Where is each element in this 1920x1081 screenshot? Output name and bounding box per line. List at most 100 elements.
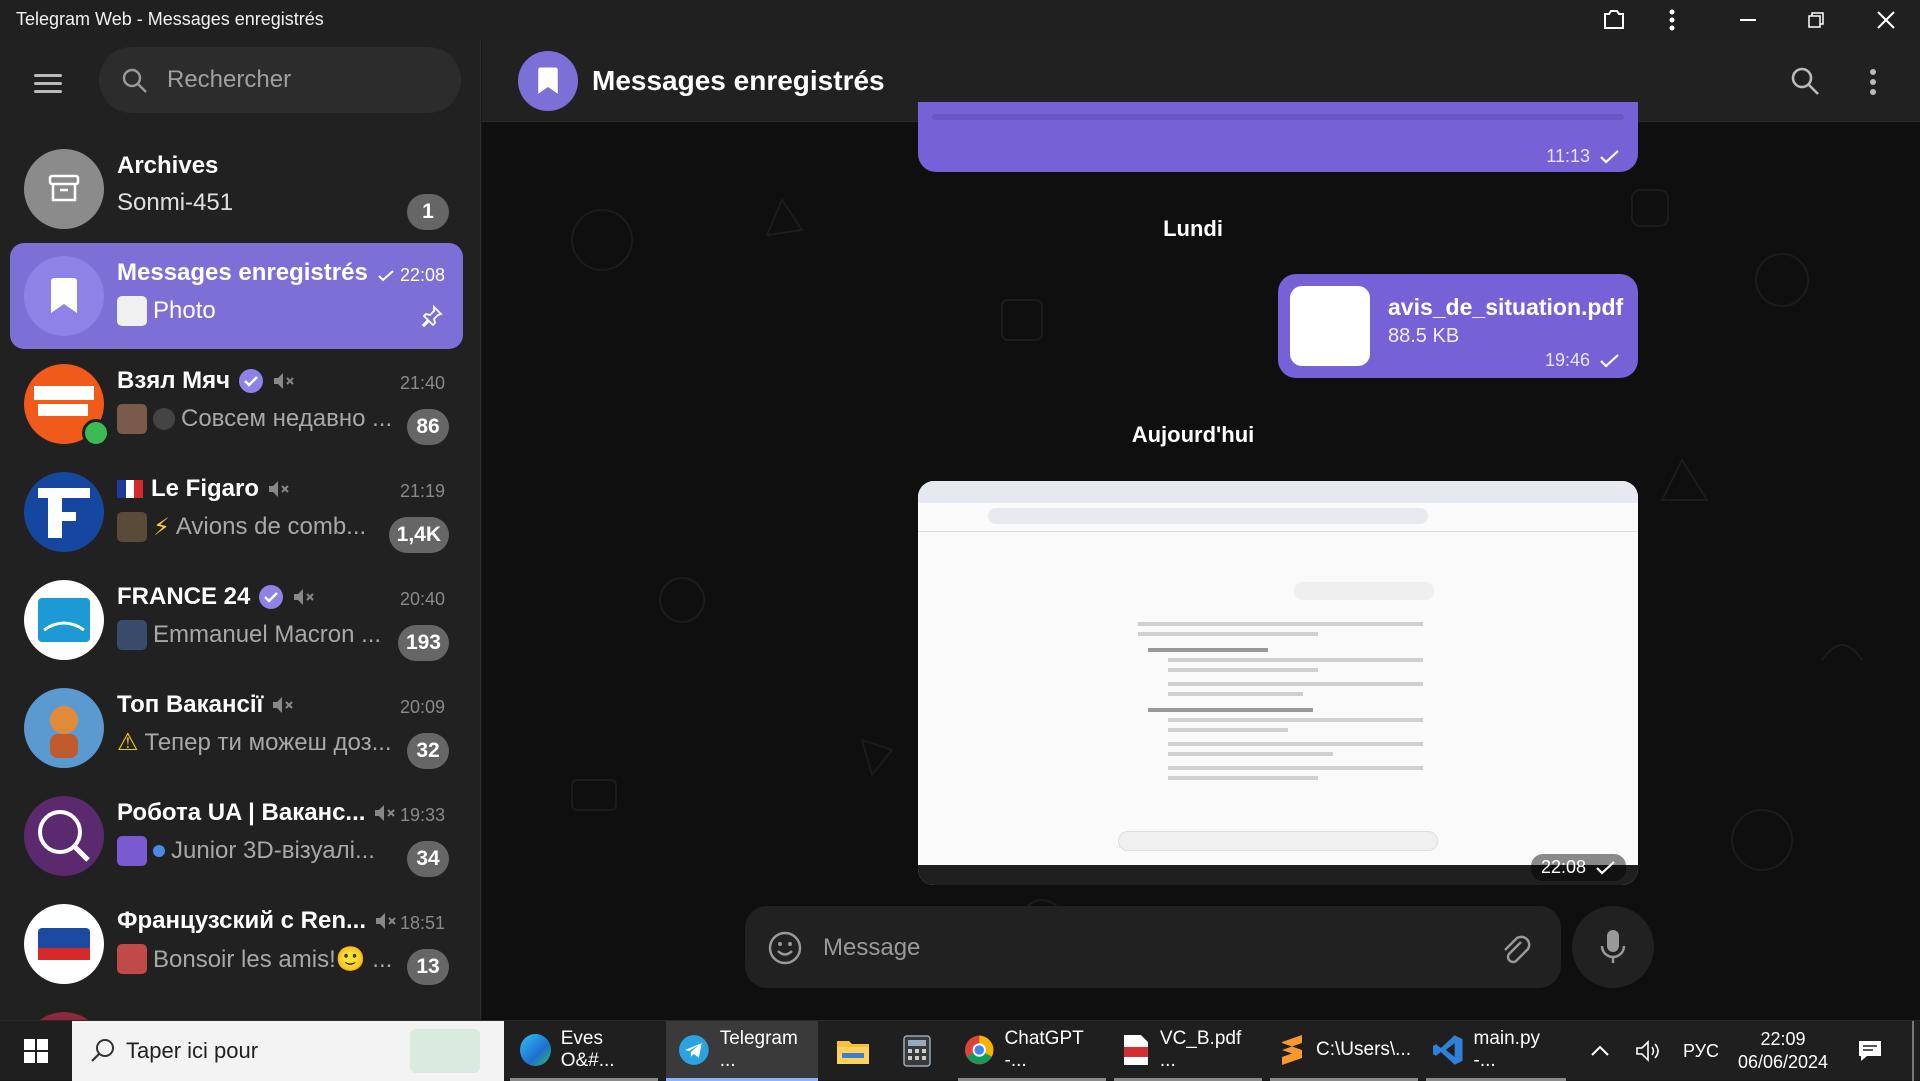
message-time: 19:46: [1544, 350, 1590, 370]
chat-preview: Junior 3D-візуалі...: [171, 837, 375, 864]
chat-item-vzyal-myach[interactable]: Взял Мяч Совсем недавно ... 21:40 86: [10, 351, 463, 457]
taskbar-app-file-explorer[interactable]: [826, 1021, 880, 1081]
chat-name-row: Робота UA | Ваканс...: [117, 799, 397, 827]
chat-item-france-24[interactable]: FRANCE 24 Emmanuel Macron ... 20:40 193: [10, 567, 463, 673]
file-message-bubble[interactable]: avis_de_situation.pdf 88.5 KB 19:46: [1278, 274, 1638, 378]
restore-icon[interactable]: [1782, 0, 1850, 40]
clock[interactable]: 22:09 06/06/2024: [1728, 1021, 1838, 1081]
taskbar-app-pdf[interactable]: VC_B.pdf ...: [1114, 1021, 1262, 1081]
menu-icon[interactable]: [28, 66, 70, 102]
france-flag-icon: [117, 480, 144, 498]
lightning-icon: ⚡: [153, 513, 170, 541]
start-button[interactable]: [14, 1021, 58, 1081]
close-icon[interactable]: [1852, 0, 1920, 40]
emoji-icon[interactable]: [767, 930, 803, 966]
taskbar-app-edge[interactable]: Eves O&#...: [510, 1021, 658, 1081]
screenshot-input: [1118, 831, 1438, 851]
chat-name: Le Figaro: [151, 475, 260, 502]
taskbar-app-label: ChatGPT -...: [1004, 1027, 1084, 1071]
chat-preview-row: ⚡ Avions de comb...: [117, 512, 366, 542]
unread-badge: 13: [407, 949, 449, 985]
channel-avatar: [24, 580, 104, 660]
search-icon[interactable]: [1790, 66, 1820, 96]
verified-icon: [259, 585, 284, 609]
channel-avatar: [24, 796, 104, 876]
unread-badge: 86: [407, 409, 449, 445]
partial-chat-avatar: [24, 1012, 104, 1020]
photo-thumbnail: [117, 296, 147, 326]
chat-preview-row: Bonsoir les amis!🙂 ...: [117, 944, 392, 974]
bookmark-icon: [538, 67, 558, 94]
search-highlight-image: [410, 1029, 480, 1073]
show-hidden-icons-button[interactable]: [1580, 1021, 1620, 1081]
chat-item-archives[interactable]: Archives Sonmi-451 1: [10, 136, 463, 242]
search-input[interactable]: Rechercher: [99, 47, 461, 113]
chat-time: 22:08: [399, 265, 445, 285]
message-input[interactable]: Message: [823, 934, 920, 962]
attach-icon[interactable]: [1497, 930, 1531, 966]
chat-name-row: Le Figaro: [117, 475, 291, 503]
taskbar-app-calculator[interactable]: [890, 1021, 944, 1081]
muted-icon: [269, 481, 289, 497]
taskbar-app-vscode[interactable]: main.py -...: [1426, 1021, 1566, 1081]
screenshot-address-bar: [988, 508, 1428, 524]
unread-badge: 32: [407, 733, 449, 769]
message-meta: 19:46: [1545, 350, 1620, 371]
saved-messages-avatar: [24, 256, 104, 336]
chat-time: 19:33: [399, 805, 445, 825]
saved-messages-header-avatar[interactable]: [518, 51, 578, 111]
channel-avatar: [24, 688, 104, 768]
taskbar-app-chrome[interactable]: ChatGPT -...: [958, 1021, 1106, 1081]
minimize-icon[interactable]: [1714, 0, 1782, 40]
chat-name: Робота UA | Ваканс...: [117, 799, 366, 826]
speaker-icon: [1636, 1040, 1659, 1062]
chat-name: FRANCE 24: [117, 583, 251, 610]
chat-item-top-vacancies[interactable]: Топ Вакансії ⚠ Тепер ти можеш доз... 20:…: [10, 675, 463, 781]
warning-icon: ⚠: [117, 729, 139, 756]
chat-menu-icon[interactable]: [1869, 68, 1877, 96]
chat-item-saved-messages[interactable]: Messages enregistrés Photo 22:08: [10, 243, 463, 349]
message-bubble[interactable]: 11:13: [918, 102, 1638, 172]
show-desktop-button[interactable]: [1912, 1021, 1914, 1081]
volume-button[interactable]: [1628, 1021, 1668, 1081]
taskbar-search-box[interactable]: Taper ici pour: [72, 1021, 504, 1081]
chat-name-row: Топ Вакансії: [117, 691, 295, 719]
photo-message[interactable]: 22:08: [918, 481, 1638, 885]
notifications-button[interactable]: [1850, 1021, 1890, 1081]
chat-time: 20:40: [399, 589, 445, 609]
screenshot-divider: [918, 531, 1638, 532]
taskbar-app-label: Telegram ...: [719, 1027, 798, 1071]
chat-preview: Bonsoir les amis!🙂 ...: [153, 945, 393, 973]
bomb-emoji-icon: [153, 408, 175, 430]
search-placeholder: Rechercher: [167, 66, 292, 93]
file-icon[interactable]: [1290, 286, 1370, 366]
voice-message-button[interactable]: [1572, 906, 1654, 988]
edge-icon: [520, 1033, 551, 1066]
chat-preview: Sonmi-451: [117, 189, 234, 216]
windows-taskbar: Taper ici pour Eves O&#... Telegram ... …: [0, 1020, 1920, 1081]
date-separator: Aujourd'hui: [1131, 422, 1255, 447]
chat-item-french-with-ren[interactable]: Французский с Ren... Bonsoir les amis!🙂 …: [10, 891, 463, 997]
language-indicator[interactable]: РУС: [1680, 1021, 1722, 1081]
media-thumbnail: [117, 944, 147, 974]
chat-preview-row: Emmanuel Macron ...: [117, 620, 381, 650]
sublime-icon: [1282, 1034, 1302, 1065]
more-options-icon[interactable]: [1638, 0, 1706, 40]
chat-name: Топ Вакансії: [117, 691, 264, 718]
chat-item-robota-ua[interactable]: Робота UA | Ваканс... Junior 3D-візуалі.…: [10, 783, 463, 889]
taskbar-app-telegram[interactable]: Telegram ...: [666, 1021, 818, 1081]
telegram-icon: [678, 1034, 709, 1065]
date-separator: Lundi: [1163, 216, 1223, 241]
taskbar-app-sublime[interactable]: C:\Users\...: [1270, 1021, 1418, 1081]
chat-name-row: Французский с Ren...: [117, 907, 398, 935]
message-time: 22:08: [1540, 857, 1586, 877]
chat-title[interactable]: Messages enregistrés: [592, 65, 885, 97]
chat-preview: Photo: [153, 297, 216, 324]
muted-icon: [274, 373, 294, 389]
folder-icon: [837, 1041, 869, 1064]
sidebar-header: Rechercher: [0, 40, 480, 120]
chat-time: 21:19: [399, 481, 445, 501]
chat-item-le-figaro[interactable]: Le Figaro ⚡ Avions de comb... 21:19 1,4K: [10, 459, 463, 565]
taskbar-app-label: main.py -...: [1473, 1027, 1541, 1071]
chat-panel: Messages enregistrés 11:13 Lundi avis_de…: [482, 40, 1920, 1020]
